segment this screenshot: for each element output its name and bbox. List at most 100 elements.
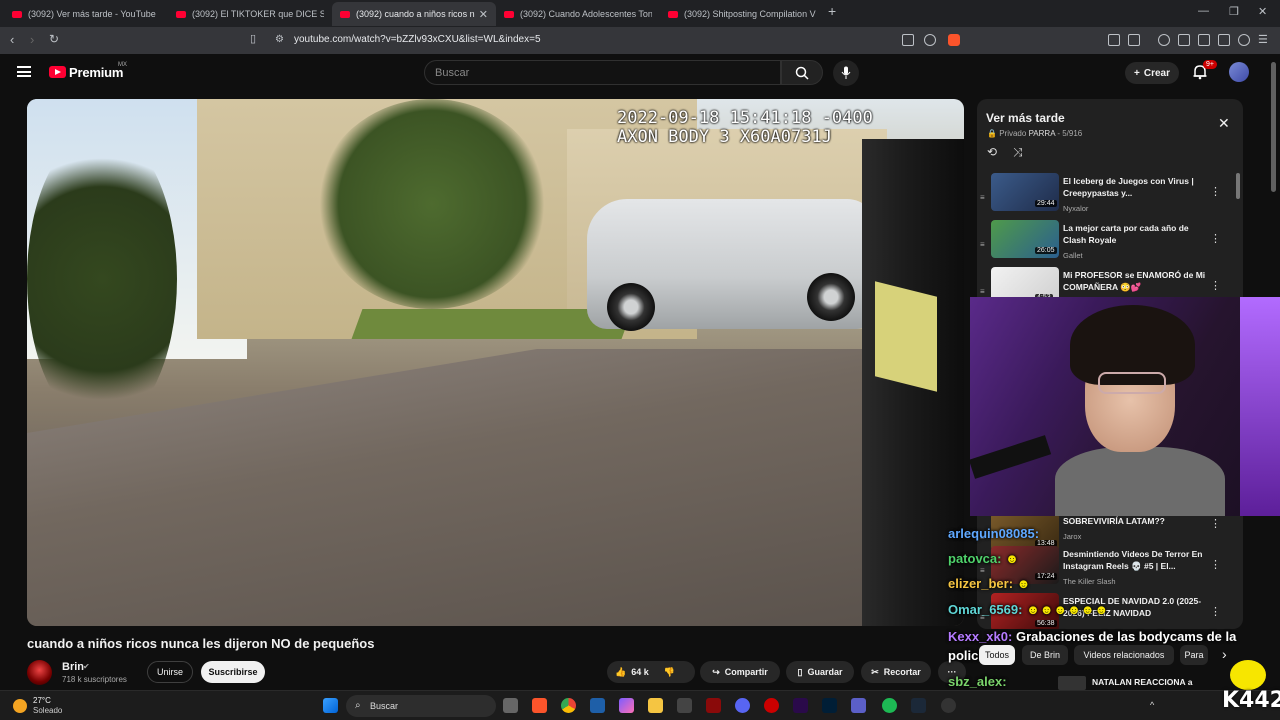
taskbar-search-input[interactable]: Buscar <box>346 695 496 717</box>
youtube-logo-icon[interactable] <box>49 66 66 78</box>
photoshop-icon[interactable] <box>822 698 837 713</box>
close-playlist-icon[interactable]: ✕ <box>1218 115 1230 132</box>
more-options-icon[interactable]: ⋮ <box>1210 605 1221 618</box>
save-button[interactable]: ▯ Guardar <box>786 661 854 683</box>
chip-para[interactable]: Para <box>1180 645 1208 665</box>
minimize-button[interactable]: — <box>1198 5 1209 17</box>
brave-browser-icon[interactable] <box>532 698 547 713</box>
drag-handle-icon[interactable]: ≡ <box>980 193 985 202</box>
opera-gx-icon[interactable] <box>764 698 779 713</box>
playlist-owner[interactable]: PARRA <box>1029 129 1056 138</box>
tab-title: (3092) Cuando Adolescentes Tontos <box>520 9 652 19</box>
browser-tab[interactable]: (3092) Ver más tarde - YouTube <box>4 2 168 26</box>
url-field[interactable]: youtube.com/watch?v=bZZlv93xCXU&list=WL&… <box>294 34 541 45</box>
new-tab-button[interactable]: + <box>828 3 836 19</box>
menu-icon[interactable]: ☰ <box>1258 33 1268 46</box>
close-tab-icon[interactable]: ✕ <box>479 8 488 21</box>
leo-icon[interactable] <box>1218 34 1230 46</box>
playlist-item[interactable]: ≡ 26:05 La mejor carta por cada año de C… <box>977 220 1243 266</box>
video-player[interactable]: 2022-09-18 15:41:18 -0400 AXON BODY 3 X60… <box>27 99 964 626</box>
drag-handle-icon[interactable]: ≡ <box>980 240 985 249</box>
voice-search-button[interactable] <box>833 60 859 86</box>
share-label: Compartir <box>724 667 768 677</box>
dislike-icon[interactable]: 👎 <box>664 667 675 678</box>
more-options-icon[interactable]: ⋮ <box>1210 232 1221 245</box>
weather-condition[interactable]: Soleado <box>33 706 62 715</box>
share-icon[interactable] <box>924 34 936 46</box>
next-video-title[interactable]: NATALAN REACCIONA a <box>1092 677 1192 687</box>
chevron-right-icon[interactable]: › <box>1222 646 1227 662</box>
share-button[interactable]: ↪ Compartir <box>700 661 780 683</box>
playlist-scrollbar[interactable] <box>1236 173 1240 199</box>
extensions-icon[interactable] <box>1108 34 1120 46</box>
search-input[interactable]: Buscar <box>424 60 781 85</box>
file-explorer-icon[interactable] <box>648 698 663 713</box>
loop-icon[interactable]: ⟲ <box>987 145 997 159</box>
windows-start-icon[interactable] <box>323 698 338 713</box>
music-icon[interactable] <box>1158 34 1170 46</box>
subscribe-button[interactable]: Suscribirse <box>201 661 265 683</box>
account-avatar[interactable] <box>1229 62 1249 82</box>
video-item-title: La mejor carta por cada año de Clash Roy… <box>1063 223 1189 245</box>
store-icon[interactable] <box>677 698 692 713</box>
spotify-icon[interactable] <box>882 698 897 713</box>
youtube-logo-text[interactable]: Premium <box>69 65 123 80</box>
browser-tab-active[interactable]: (3092) cuando a niños ricos nunc ✕ <box>332 2 496 26</box>
more-options-icon[interactable]: ⋮ <box>1210 185 1221 198</box>
browser-tab[interactable]: (3092) Cuando Adolescentes Tontos <box>496 2 660 26</box>
bookmark-icon[interactable]: ▯ <box>250 32 256 45</box>
discord-icon[interactable] <box>735 698 750 713</box>
teams-icon[interactable] <box>851 698 866 713</box>
back-icon[interactable]: ‹ <box>10 32 14 47</box>
obs-icon[interactable] <box>941 698 956 713</box>
weather-temperature[interactable]: 27°C <box>33 696 51 705</box>
reader-icon[interactable] <box>1128 34 1140 46</box>
vs-code-icon[interactable] <box>590 698 605 713</box>
channel-name[interactable]: Brin <box>62 661 84 673</box>
vpn-icon[interactable] <box>1238 34 1250 46</box>
bodycam-timestamp: 2022-09-18 15:41:18 -0400 AXON BODY 3 X60… <box>617 109 873 147</box>
chrome-icon[interactable] <box>561 698 576 713</box>
more-options-icon[interactable]: ⋮ <box>1210 279 1221 292</box>
brave-shield-icon[interactable] <box>948 34 960 46</box>
playlist-title[interactable]: Ver más tarde <box>986 111 1065 125</box>
video-item-channel: Gallet <box>1063 251 1083 260</box>
more-options-icon[interactable]: ⋮ <box>1210 517 1221 530</box>
like-count[interactable]: 64 k <box>631 667 649 677</box>
browser-tab[interactable]: (3092) El TIKTOKER que DICE SER el M <box>168 2 332 26</box>
premiere-pro-icon[interactable] <box>793 698 808 713</box>
search-button[interactable] <box>781 60 823 85</box>
sidebar-icon[interactable] <box>1178 34 1190 46</box>
drag-handle-icon[interactable]: ≡ <box>980 566 985 575</box>
hamburger-menu-icon[interactable] <box>17 66 31 77</box>
browser-tab[interactable]: (3092) Shitposting Compilation V73 <box>660 2 824 26</box>
more-options-icon[interactable]: ⋮ <box>1210 558 1221 571</box>
chip-de-brin[interactable]: De Brin <box>1022 645 1068 665</box>
cast-icon[interactable] <box>902 34 914 46</box>
emote-icon: ☻ <box>1016 576 1031 591</box>
tray-chevron-icon[interactable]: ^ <box>1150 700 1154 710</box>
forward-icon[interactable]: › <box>30 32 34 47</box>
maximize-button[interactable]: ❐ <box>1229 5 1239 18</box>
join-button[interactable]: Unirse <box>147 661 193 683</box>
shuffle-icon[interactable]: ⤨ <box>1013 145 1023 160</box>
chip-todos[interactable]: Todos <box>979 645 1015 665</box>
drag-handle-icon[interactable]: ≡ <box>980 287 985 296</box>
channel-avatar[interactable] <box>27 660 52 685</box>
chip-videos-relacionados[interactable]: Videos relacionados <box>1074 645 1174 665</box>
site-settings-icon[interactable]: ⚙ <box>275 34 284 45</box>
playlist-item[interactable]: ≡ 29:44 El Iceberg de Juegos con Virus |… <box>977 173 1243 219</box>
create-button[interactable]: + Crear <box>1125 62 1179 84</box>
page-scrollbar[interactable] <box>1271 62 1276 192</box>
wallet-icon[interactable] <box>1198 34 1210 46</box>
clip-button[interactable]: ✂ Recortar <box>861 661 931 683</box>
weather-sun-icon[interactable] <box>13 699 27 713</box>
copilot-icon[interactable] <box>619 698 634 713</box>
close-window-button[interactable]: ✕ <box>1258 5 1267 18</box>
like-icon[interactable]: 👍 <box>615 667 626 678</box>
app-icon[interactable] <box>706 698 721 713</box>
task-view-icon[interactable] <box>503 698 518 713</box>
reload-icon[interactable]: ↻ <box>49 32 59 46</box>
chat-message: elizer_ber: ☻ <box>948 576 1030 591</box>
steam-icon[interactable] <box>911 698 926 713</box>
